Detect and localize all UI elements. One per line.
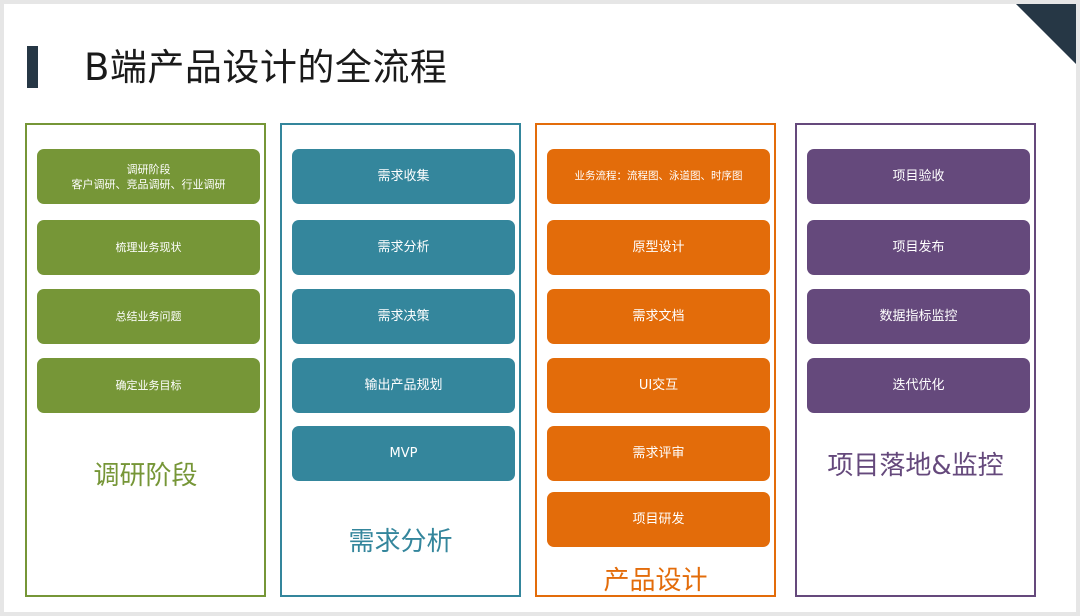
- design-step-5: 需求评审: [547, 426, 770, 481]
- design-step-6: 项目研发: [547, 492, 770, 547]
- launch-step-4: 迭代优化: [807, 358, 1030, 413]
- slide: B端产品设计的全流程 调研阶段 客户调研、竞品调研、行业调研 梳理业务现状 总结…: [4, 4, 1076, 612]
- research-step-1-subtitle: 客户调研、竞品调研、行业调研: [71, 177, 226, 191]
- requirements-step-2: 需求分析: [292, 220, 515, 275]
- research-step-1: 调研阶段 客户调研、竞品调研、行业调研: [37, 149, 260, 204]
- research-step-3: 总结业务问题: [37, 289, 260, 344]
- design-step-1: 业务流程：流程图、泳道图、时序图: [547, 149, 770, 204]
- column-label-research: 调研阶段: [93, 461, 198, 491]
- design-step-3: 需求文档: [547, 289, 770, 344]
- requirements-step-4: 输出产品规划: [292, 358, 515, 413]
- requirements-step-5: MVP: [292, 426, 515, 481]
- research-step-4: 确定业务目标: [37, 358, 260, 413]
- slide-title: B端产品设计的全流程: [84, 46, 448, 89]
- requirements-step-1: 需求收集: [292, 149, 515, 204]
- design-step-2: 原型设计: [547, 220, 770, 275]
- column-research: 调研阶段 客户调研、竞品调研、行业调研 梳理业务现状 总结业务问题 确定业务目标…: [25, 123, 266, 597]
- column-design: 业务流程：流程图、泳道图、时序图 原型设计 需求文档 UI交互 需求评审 项目研…: [535, 123, 776, 597]
- launch-step-1: 项目验收: [807, 149, 1030, 204]
- research-step-1-title: 调研阶段: [126, 162, 171, 176]
- requirements-step-3: 需求决策: [292, 289, 515, 344]
- column-requirements: 需求收集 需求分析 需求决策 输出产品规划 MVP 需求分析: [280, 123, 521, 597]
- design-step-4: UI交互: [547, 358, 770, 413]
- column-launch: 项目验收 项目发布 数据指标监控 迭代优化 项目落地&监控: [795, 123, 1036, 597]
- research-step-2: 梳理业务现状: [37, 220, 260, 275]
- launch-step-2: 项目发布: [807, 220, 1030, 275]
- launch-step-3: 数据指标监控: [807, 289, 1030, 344]
- title-accent-bar: [27, 46, 38, 88]
- corner-decoration: [1016, 4, 1076, 64]
- column-label-launch: 项目落地&监控: [827, 451, 1004, 481]
- column-label-requirements: 需求分析: [348, 527, 453, 557]
- column-label-design: 产品设计: [603, 566, 708, 596]
